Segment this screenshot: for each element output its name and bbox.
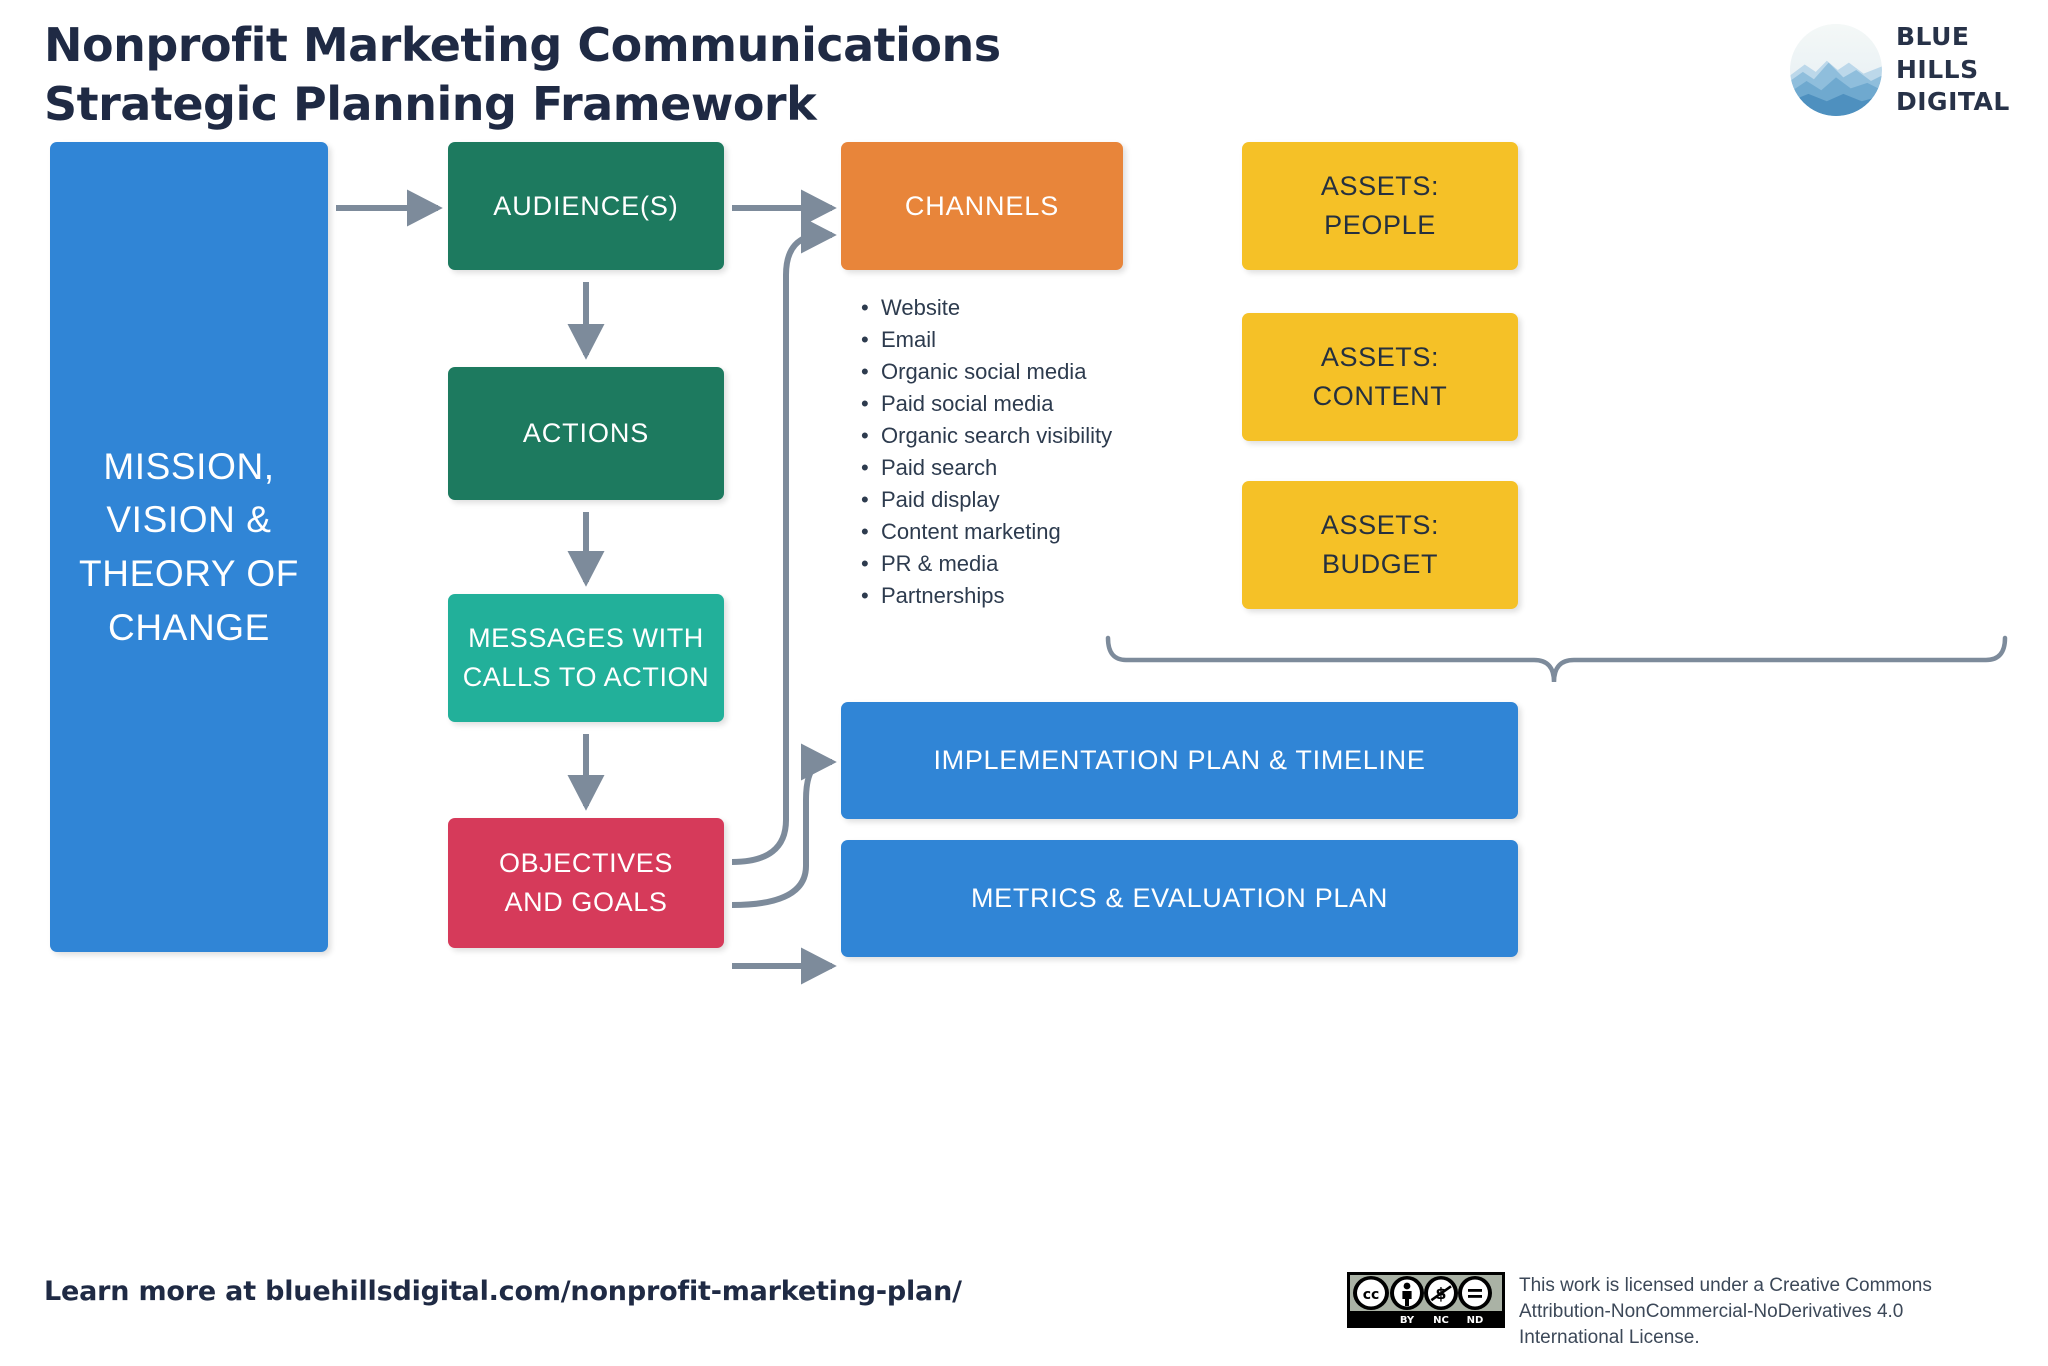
learn-more-link[interactable]: Learn more at bluehillsdigital.com/nonpr… <box>44 1276 962 1307</box>
svg-text:BY: BY <box>1400 1315 1415 1326</box>
list-item: Website <box>855 292 1235 324</box>
box-mission-vision-theory-of-change[interactable]: MISSION, VISION & THEORY OF CHANGE <box>50 142 328 952</box>
channel-list: Website Email Organic social media Paid … <box>855 292 1235 612</box>
box-assets-content-label: ASSETS: CONTENT <box>1312 341 1448 411</box>
box-implementation-label: IMPLEMENTATION PLAN & TIMELINE <box>933 745 1426 775</box>
box-messages-with-calls-to-action[interactable]: MESSAGES WITH CALLS TO ACTION <box>448 594 724 722</box>
box-audiences[interactable]: AUDIENCE(S) <box>448 142 724 270</box>
box-channels-label: CHANNELS <box>904 190 1060 221</box>
license-text: This work is licensed under a Creative C… <box>1519 1275 1932 1348</box>
box-metrics-evaluation-plan[interactable]: METRICS & EVALUATION PLAN <box>841 840 1518 957</box>
box-assets-people[interactable]: ASSETS: PEOPLE <box>1242 142 1518 270</box>
brand-logo-text: BLUE HILLS DIGITAL <box>1896 22 2010 117</box>
diagram-canvas: Nonprofit Marketing Communications Strat… <box>0 0 2048 1366</box>
svg-text:cc: cc <box>1363 1287 1380 1303</box>
creative-commons-badge-icon[interactable]: cc $ BY NC ND <box>1347 1272 1505 1328</box>
box-audiences-label: AUDIENCE(S) <box>493 190 679 221</box>
page-title: Nonprofit Marketing Communications Strat… <box>44 18 1001 131</box>
box-objectives-label: OBJECTIVES AND GOALS <box>498 847 674 917</box>
box-actions[interactable]: ACTIONS <box>448 367 724 500</box>
box-messages-label: MESSAGES WITH CALLS TO ACTION <box>462 622 710 692</box>
box-actions-label: ACTIONS <box>522 418 650 448</box>
box-metrics-label: METRICS & EVALUATION PLAN <box>970 883 1389 913</box>
license-block: cc $ BY NC ND <box>1347 1272 2037 1350</box>
list-item: Paid social media <box>855 388 1235 420</box>
list-item: Content marketing <box>855 516 1235 548</box>
list-item: Organic search visibility <box>855 420 1235 452</box>
box-channels[interactable]: CHANNELS <box>841 142 1123 270</box>
list-item: Partnerships <box>855 580 1235 612</box>
box-implementation-plan-timeline[interactable]: IMPLEMENTATION PLAN & TIMELINE <box>841 702 1518 819</box>
arrow-objectives-to-implementation <box>731 743 837 908</box>
grouping-brace <box>1105 635 2008 683</box>
arrow-objectives-to-channels <box>731 216 837 865</box>
svg-text:ND: ND <box>1467 1315 1484 1326</box>
svg-text:NC: NC <box>1433 1315 1449 1326</box>
box-mission-label: MISSION, VISION & THEORY OF CHANGE <box>79 445 299 648</box>
box-assets-budget-label: ASSETS: BUDGET <box>1320 509 1440 579</box>
list-item: Paid display <box>855 484 1235 516</box>
list-item: Paid search <box>855 452 1235 484</box>
list-item: PR & media <box>855 548 1235 580</box>
box-assets-content[interactable]: ASSETS: CONTENT <box>1242 313 1518 441</box>
brand-logo: BLUE HILLS DIGITAL <box>1790 14 2040 126</box>
list-item: Organic social media <box>855 356 1235 388</box>
blue-hills-mountain-logo-icon <box>1790 24 1882 116</box>
list-item: Email <box>855 324 1235 356</box>
box-assets-budget[interactable]: ASSETS: BUDGET <box>1242 481 1518 609</box>
box-objectives-and-goals[interactable]: OBJECTIVES AND GOALS <box>448 818 724 948</box>
box-assets-people-label: ASSETS: PEOPLE <box>1320 170 1440 240</box>
